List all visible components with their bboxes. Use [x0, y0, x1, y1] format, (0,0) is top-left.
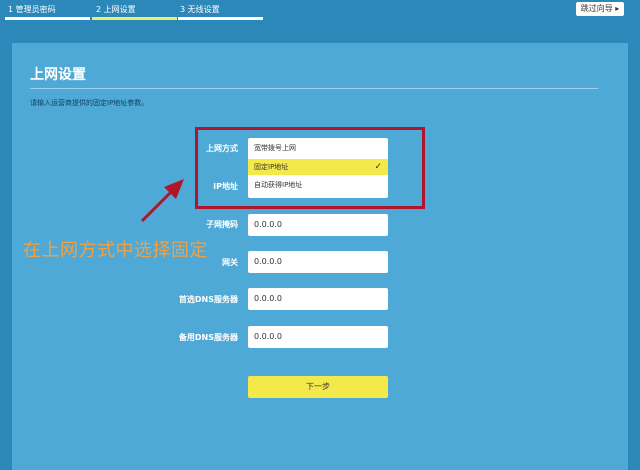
step-1-progress: [5, 17, 90, 20]
title-divider: [30, 88, 598, 89]
settings-panel: 上网设置 请输入运营商提供的固定IP地址参数。 上网方式 宽带拨号上网 固定IP…: [12, 43, 628, 470]
step-1-label[interactable]: 1 管理员密码: [8, 4, 56, 15]
skip-wizard-button[interactable]: 跳过向导 ▸: [576, 2, 624, 16]
step-3-progress: [178, 17, 263, 20]
gateway-input[interactable]: 0.0.0.0: [248, 251, 388, 273]
step-2-label[interactable]: 2 上网设置: [96, 4, 136, 15]
primary-dns-input[interactable]: 0.0.0.0: [248, 288, 388, 310]
step-3-label[interactable]: 3 无线设置: [180, 4, 220, 15]
step-2-progress: [92, 17, 177, 20]
page-hint: 请输入运营商提供的固定IP地址参数。: [30, 99, 149, 107]
wizard-steps-bar: 1 管理员密码 2 上网设置 3 无线设置 跳过向导 ▸: [0, 0, 640, 24]
primary-dns-label: 首选DNS服务器: [178, 295, 238, 304]
subnet-mask-input[interactable]: 0.0.0.0: [248, 214, 388, 236]
annotation-highlight-box: [195, 127, 425, 209]
next-button[interactable]: 下一步: [248, 376, 388, 398]
annotation-text: 在上网方式中选择固定: [23, 240, 208, 261]
page-title: 上网设置: [30, 67, 86, 83]
subnet-mask-label: 子网掩码: [206, 220, 238, 229]
secondary-dns-input[interactable]: 0.0.0.0: [248, 326, 388, 348]
secondary-dns-label: 备用DNS服务器: [178, 333, 238, 342]
